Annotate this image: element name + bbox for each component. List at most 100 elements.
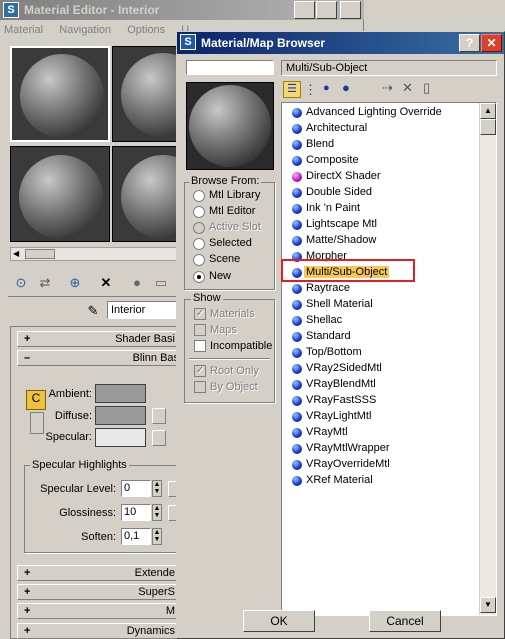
material-list-item[interactable]: Matte/Shadow <box>282 233 462 249</box>
material-sphere-icon <box>292 460 302 470</box>
checkbox[interactable] <box>194 324 206 336</box>
sample-slot-1[interactable] <box>10 46 110 142</box>
pick-material-icon[interactable]: ✎ <box>82 300 104 322</box>
sample-slot-4[interactable] <box>112 146 178 242</box>
rollout-extended[interactable]: + Extende <box>17 565 180 581</box>
material-list[interactable]: Advanced Lighting Override Architectural B… <box>281 102 497 616</box>
sample-sphere <box>121 155 177 239</box>
material-list-item-label: Shellac <box>306 314 343 326</box>
browser-title-bar[interactable]: S Material/Map Browser ? ✕ <box>177 32 504 54</box>
radio-button[interactable] <box>193 206 205 218</box>
material-list-item[interactable]: VRayFastSSS <box>282 393 462 409</box>
material-list-item[interactable]: Blend <box>282 137 462 153</box>
update-scene-materials-icon[interactable]: ⇢ <box>382 80 393 96</box>
maximize-button[interactable]: □ <box>316 1 337 19</box>
material-list-item[interactable]: Standard <box>282 329 462 345</box>
material-list-item[interactable]: Raytrace <box>282 281 462 297</box>
sample-sphere <box>121 53 177 137</box>
view-large-icons-icon[interactable]: ● <box>342 80 350 95</box>
scroll-thumb[interactable] <box>25 249 55 259</box>
specular-color-swatch[interactable] <box>95 428 146 447</box>
make-unique-icon[interactable]: ▭ <box>150 272 172 294</box>
rollout-supersampling[interactable]: + SuperS <box>17 584 180 600</box>
material-editor-title-bar[interactable]: S Material Editor - Interior _ □ ✕ <box>0 0 364 20</box>
soften-spinner[interactable]: ▲ ▼ <box>152 528 162 545</box>
checkbox[interactable] <box>194 340 206 352</box>
radio-button[interactable] <box>193 238 205 250</box>
cancel-button[interactable]: Cancel <box>369 610 441 632</box>
sample-slot-3[interactable] <box>10 146 110 242</box>
checkbox-label: Materials <box>210 308 255 320</box>
minimize-button[interactable]: _ <box>294 1 315 19</box>
material-list-item-label: Blend <box>306 138 335 150</box>
material-list-item[interactable]: VRay2SidedMtl <box>282 361 462 377</box>
scroll-thumb[interactable] <box>480 119 496 135</box>
radio-label: Mtl Editor <box>209 205 256 217</box>
diffuse-map-button[interactable] <box>152 408 166 424</box>
close-button[interactable]: ✕ <box>340 1 361 19</box>
put-to-scene-icon[interactable]: ⇄ <box>34 272 56 294</box>
material-list-item[interactable]: XRef Material <box>282 473 462 489</box>
material-sphere-icon <box>292 396 302 406</box>
material-list-item[interactable]: Ink 'n Paint <box>282 201 462 217</box>
specular-level-input[interactable]: 0 <box>121 480 151 497</box>
diffuse-color-swatch[interactable] <box>95 406 146 425</box>
checkbox[interactable]: ✓ <box>194 365 206 377</box>
view-list-icons-icon[interactable]: ⋮ <box>304 82 317 98</box>
glossiness-input[interactable]: 10 <box>121 504 151 521</box>
dialog-close-button[interactable]: ✕ <box>481 34 502 52</box>
rollout-blinn-basic[interactable]: – Blinn Basic <box>17 350 187 366</box>
material-list-item[interactable]: VRayOverrideMtl <box>282 457 462 473</box>
get-material-icon[interactable]: ⊙ <box>10 272 32 294</box>
material-list-item[interactable]: Double Sided <box>282 185 462 201</box>
scroll-down-button[interactable]: ▼ <box>480 597 496 613</box>
checkbox[interactable] <box>194 381 206 393</box>
scroll-left-icon[interactable]: ◀ <box>13 249 19 258</box>
ok-button[interactable]: OK <box>243 610 315 632</box>
rollout-maps[interactable]: + M <box>17 603 180 619</box>
list-vertical-scrollbar[interactable]: ▲ ▼ <box>479 103 496 615</box>
rollout-shader-basic[interactable]: + Shader Basi <box>17 331 180 347</box>
view-small-icons-icon[interactable]: ● <box>323 82 330 94</box>
material-list-item[interactable]: Top/Bottom <box>282 345 462 361</box>
material-name-field[interactable]: Interior <box>107 301 179 319</box>
material-sphere-icon <box>292 476 302 486</box>
radio-button[interactable] <box>193 190 205 202</box>
radio-button[interactable] <box>193 271 205 283</box>
assign-material-icon[interactable]: ⊕ <box>64 272 86 294</box>
scroll-up-button[interactable]: ▲ <box>480 103 496 119</box>
material-list-item[interactable]: Lightscape Mtl <box>282 217 462 233</box>
radio-button[interactable] <box>193 254 205 266</box>
sample-slot-2[interactable] <box>112 46 178 142</box>
slots-horizontal-scrollbar[interactable]: ◀ <box>10 247 178 261</box>
make-copy-icon[interactable]: ● <box>126 272 148 294</box>
soften-input[interactable]: 0,1 <box>121 528 151 545</box>
material-list-item[interactable]: VRayMtlWrapper <box>282 441 462 457</box>
material-list-item[interactable]: Shell Material <box>282 297 462 313</box>
material-list-item[interactable]: VRayMtl <box>282 425 462 441</box>
clear-library-icon[interactable]: ▯ <box>423 80 430 96</box>
material-list-item[interactable]: Architectural <box>282 121 462 137</box>
ambient-color-swatch[interactable] <box>95 384 146 403</box>
menu-navigation[interactable]: Navigation <box>59 24 111 36</box>
material-list-item[interactable]: Shellac <box>282 313 462 329</box>
material-sphere-icon <box>292 332 302 342</box>
menu-material[interactable]: Material <box>4 24 43 36</box>
delete-from-library-icon[interactable]: ✕ <box>402 80 413 96</box>
material-list-item[interactable]: Advanced Lighting Override <box>282 105 462 121</box>
specular-map-button[interactable] <box>152 430 166 446</box>
search-name-field[interactable] <box>186 60 274 75</box>
reset-map-icon[interactable]: ✕ <box>95 272 117 294</box>
specular-level-spinner[interactable]: ▲ ▼ <box>152 480 162 497</box>
checkbox[interactable]: ✓ <box>194 308 206 320</box>
help-button[interactable]: ? <box>459 34 480 52</box>
material-list-item[interactable]: VRayBlendMtl <box>282 377 462 393</box>
material-list-item[interactable]: VRayLightMtl <box>282 409 462 425</box>
menu-options[interactable]: Options <box>127 24 165 36</box>
material-list-item[interactable]: Composite <box>282 153 462 169</box>
rollout-dynamics[interactable]: + Dynamics <box>17 623 180 639</box>
glossiness-spinner[interactable]: ▲ ▼ <box>152 504 162 521</box>
view-list-icon[interactable]: ☰ <box>283 81 301 98</box>
material-list-item[interactable]: DirectX Shader <box>282 169 462 185</box>
radio-button[interactable] <box>193 222 205 234</box>
